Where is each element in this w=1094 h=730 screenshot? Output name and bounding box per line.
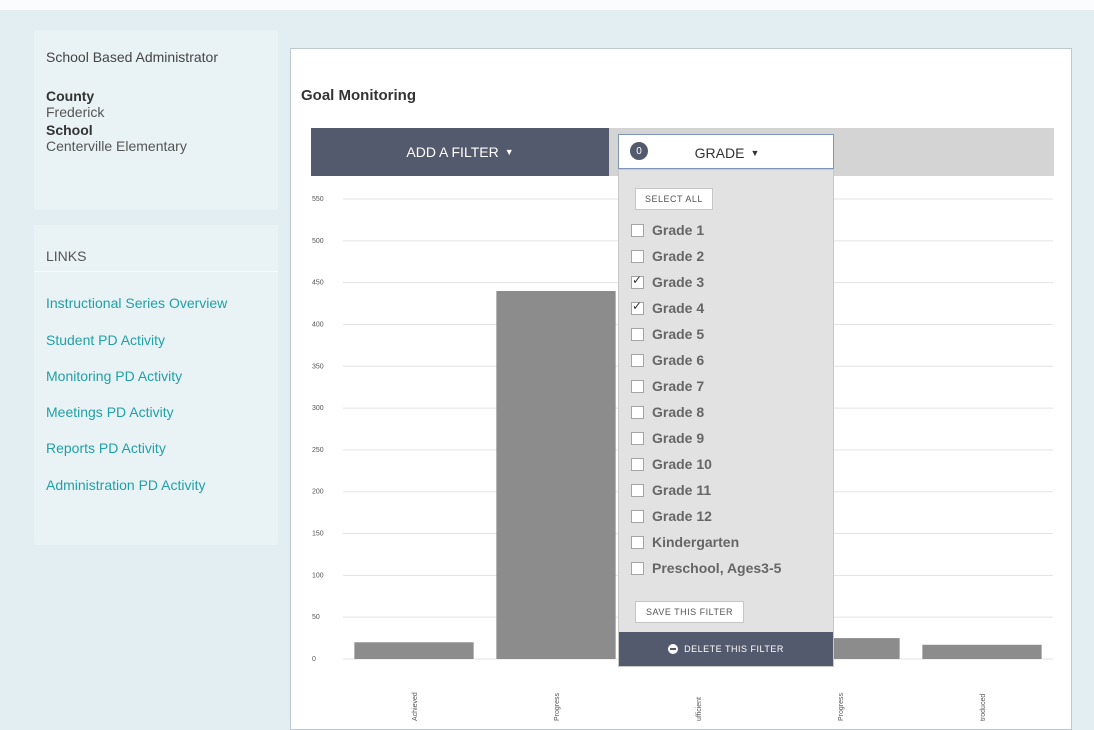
y-tick-label: 200 <box>312 489 324 496</box>
grade-option[interactable]: Grade 4 <box>631 297 704 319</box>
grade-option-label: Grade 7 <box>652 378 705 394</box>
checkbox-icon[interactable] <box>631 509 644 523</box>
page-title: Goal Monitoring <box>301 87 416 104</box>
remove-circle-icon <box>668 644 679 654</box>
grade-option[interactable]: Grade 8 <box>631 401 704 423</box>
school-label: School <box>46 122 93 138</box>
grade-option[interactable]: Grade 1 <box>631 219 704 241</box>
grade-option-label: Grade 6 <box>652 352 705 368</box>
link-student-pd-activity[interactable]: Student PD Activity <box>46 332 165 348</box>
links-divider <box>34 271 278 272</box>
county-label: County <box>46 88 95 104</box>
grade-option-label: Kindergarten <box>652 534 740 550</box>
link-administration-pd-activity[interactable]: Administration PD Activity <box>46 477 206 493</box>
grade-option[interactable]: Grade 6 <box>631 349 704 371</box>
grade-option[interactable]: Grade 5 <box>631 323 704 345</box>
grade-option-label: Grade 10 <box>652 456 712 472</box>
save-filter-button[interactable]: SAVE THIS FILTER <box>635 601 745 623</box>
grade-filter-label: GRADE <box>694 144 745 161</box>
checkbox-icon[interactable] <box>631 535 644 549</box>
grade-option-label: Grade 9 <box>652 430 705 446</box>
grade-option[interactable]: Kindergarten <box>631 531 739 553</box>
x-tick-label: Progress <box>554 692 561 721</box>
add-filter-button[interactable]: ADD A FILTER ▼ <box>311 128 609 176</box>
grade-option-label: Grade 12 <box>652 508 712 524</box>
grade-option-label: Grade 11 <box>652 482 712 498</box>
y-tick-label: 150 <box>312 531 324 538</box>
bar[interactable] <box>496 291 616 659</box>
checkbox-icon[interactable] <box>631 405 644 419</box>
grade-option-label: Preschool, Ages3-5 <box>652 560 782 576</box>
grade-option-label: Grade 2 <box>652 248 705 264</box>
grade-option[interactable]: Grade 10 <box>631 453 712 475</box>
checkbox-icon[interactable] <box>631 561 644 575</box>
checkbox-icon[interactable] <box>631 379 644 393</box>
checkbox-icon[interactable] <box>631 327 644 341</box>
grade-option-label: Grade 5 <box>652 326 705 342</box>
grade-option-label: Grade 8 <box>652 404 705 420</box>
caret-down-icon: ▼ <box>504 147 514 157</box>
delete-filter-button[interactable]: DELETE THIS FILTER <box>619 632 833 666</box>
checkbox-icon[interactable] <box>631 483 644 497</box>
select-all-button[interactable]: SELECT ALL <box>635 188 713 210</box>
link-reports-pd-activity[interactable]: Reports PD Activity <box>46 440 166 456</box>
grade-option-label: Grade 4 <box>652 300 705 316</box>
county-value: Frederick <box>46 104 105 120</box>
school-value: Centerville Elementary <box>46 138 187 154</box>
grade-option[interactable]: Grade 12 <box>631 505 712 527</box>
x-tick-label: troduced <box>980 694 987 721</box>
grade-filter-button[interactable]: 0 GRADE ▼ <box>618 134 834 169</box>
user-role: School Based Administrator <box>46 49 218 65</box>
y-tick-label: 250 <box>312 447 324 454</box>
grade-option[interactable]: Grade 2 <box>631 245 704 267</box>
profile-card: School Based Administrator County Freder… <box>34 30 278 210</box>
grade-option[interactable]: Grade 7 <box>631 375 704 397</box>
links-title: LINKS <box>46 248 87 264</box>
y-tick-label: 450 <box>312 280 324 287</box>
x-tick-label: ufficient <box>696 697 703 721</box>
grade-dropdown-menu: SELECT ALL Grade 1 Grade 2 Grade 3 Grade 4 G… <box>618 169 834 667</box>
delete-filter-label: DELETE THIS FILTER <box>684 644 784 654</box>
y-tick-label: 0 <box>312 656 316 663</box>
y-tick-label: 400 <box>312 321 324 328</box>
y-tick-label: 300 <box>312 405 324 412</box>
x-tick-label: Achieved <box>412 692 419 721</box>
link-instructional-series-overview[interactable]: Instructional Series Overview <box>46 295 227 311</box>
checkbox-checked-icon[interactable] <box>631 299 644 315</box>
grade-option[interactable]: Grade 3 <box>631 271 704 293</box>
checkbox-checked-icon[interactable] <box>631 273 644 289</box>
grade-option[interactable]: Preschool, Ages3-5 <box>631 557 781 579</box>
checkbox-icon[interactable] <box>631 249 644 263</box>
checkbox-icon[interactable] <box>631 223 644 237</box>
y-tick-label: 50 <box>312 614 320 621</box>
y-tick-label: 500 <box>312 238 324 245</box>
y-tick-label: 550 <box>312 196 324 203</box>
grade-option-label: Grade 3 <box>652 274 705 290</box>
link-meetings-pd-activity[interactable]: Meetings PD Activity <box>46 404 174 420</box>
caret-down-icon: ▼ <box>750 147 760 158</box>
grade-option-label: Grade 1 <box>652 222 705 238</box>
grade-option[interactable]: Grade 9 <box>631 427 704 449</box>
y-tick-label: 100 <box>312 572 324 579</box>
y-tick-label: 350 <box>312 363 324 370</box>
bar[interactable] <box>922 644 1042 659</box>
checkbox-icon[interactable] <box>631 457 644 471</box>
x-tick-label: Progress <box>838 692 845 721</box>
grade-option[interactable]: Grade 11 <box>631 479 711 501</box>
add-filter-label: ADD A FILTER <box>406 144 499 160</box>
goal-monitoring-panel: Goal Monitoring ADD A FILTER ▼ 0 50 100 150… <box>290 48 1072 730</box>
checkbox-icon[interactable] <box>631 353 644 367</box>
top-band <box>0 0 1094 10</box>
links-card: LINKS Instructional Series Overview Stud… <box>34 225 278 545</box>
bar[interactable] <box>354 642 474 659</box>
checkbox-icon[interactable] <box>631 431 644 445</box>
link-monitoring-pd-activity[interactable]: Monitoring PD Activity <box>46 368 182 384</box>
